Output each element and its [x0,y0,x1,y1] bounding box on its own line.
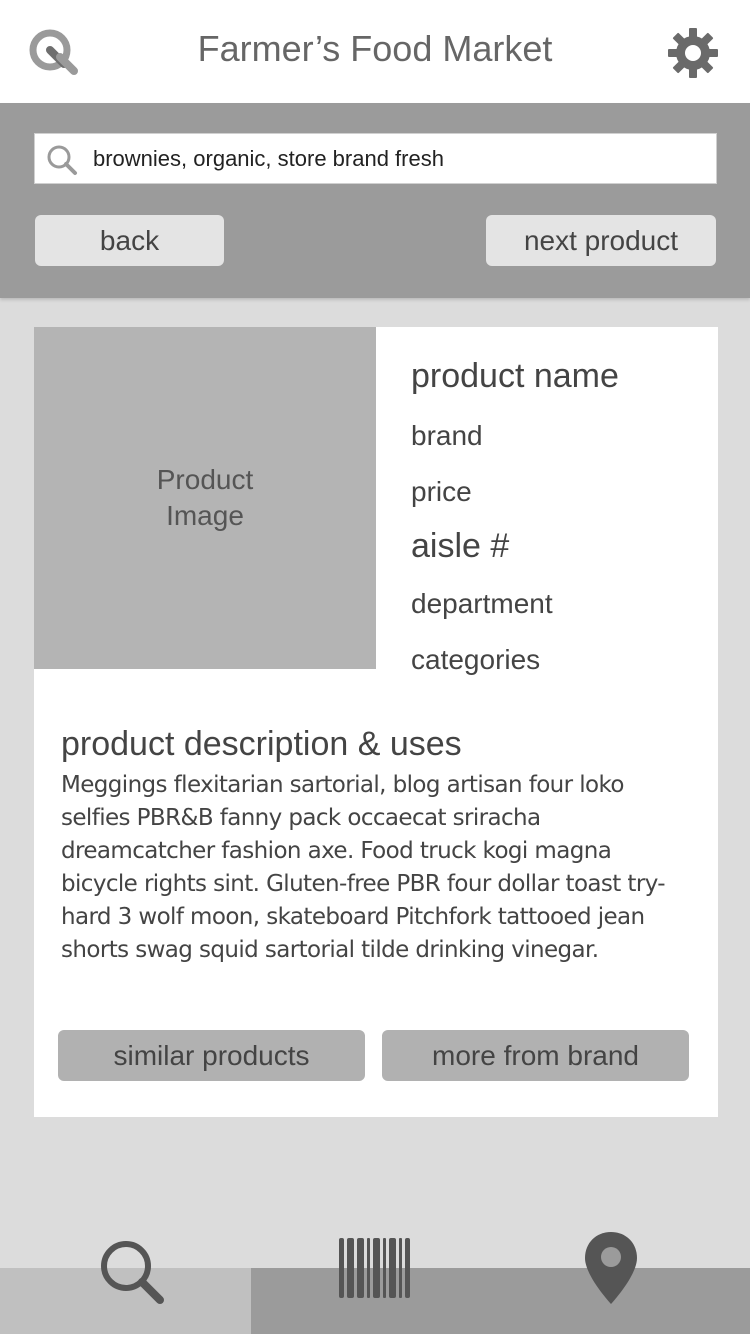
tab-location[interactable] [500,1230,750,1334]
search-icon [47,145,77,175]
app-header: Farmer’s Food Market [0,0,750,103]
description-title: product description & uses [61,725,462,763]
description-body: Meggings flexitarian sartorial, blog art… [61,772,666,963]
product-department: department [411,588,553,619]
more-from-brand-button[interactable]: more from brand [382,1030,689,1081]
product-price: price [411,476,472,507]
product-image[interactable]: Product Image [34,327,376,669]
product-image-label-line1: Product [156,464,254,495]
product-image-label-line2: Image [166,500,244,531]
back-button[interactable]: back [35,215,224,266]
tab-search[interactable] [0,1230,250,1334]
product-name: product name [411,357,619,395]
app-title: Farmer’s Food Market [197,28,553,69]
product-categories: categories [411,644,541,675]
product-aisle: aisle # [411,527,510,565]
next-product-button[interactable]: next product [486,215,716,266]
search-input[interactable]: brownies, organic, store brand fresh [34,133,717,184]
tab-barcode[interactable] [250,1230,500,1334]
search-toolbar: brownies, organic, store brand fresh bac… [0,103,750,298]
bottom-tab-bar [0,1230,750,1334]
search-icon [101,1241,164,1304]
similar-products-button[interactable]: similar products [58,1030,365,1081]
product-card: Product Image product name brand price a… [34,327,718,1117]
product-brand: brand [411,420,483,451]
barcode-icon [339,1238,410,1298]
gear-icon[interactable] [666,26,720,80]
location-pin-icon [585,1232,637,1304]
search-query: brownies, organic, store brand fresh [93,146,444,171]
